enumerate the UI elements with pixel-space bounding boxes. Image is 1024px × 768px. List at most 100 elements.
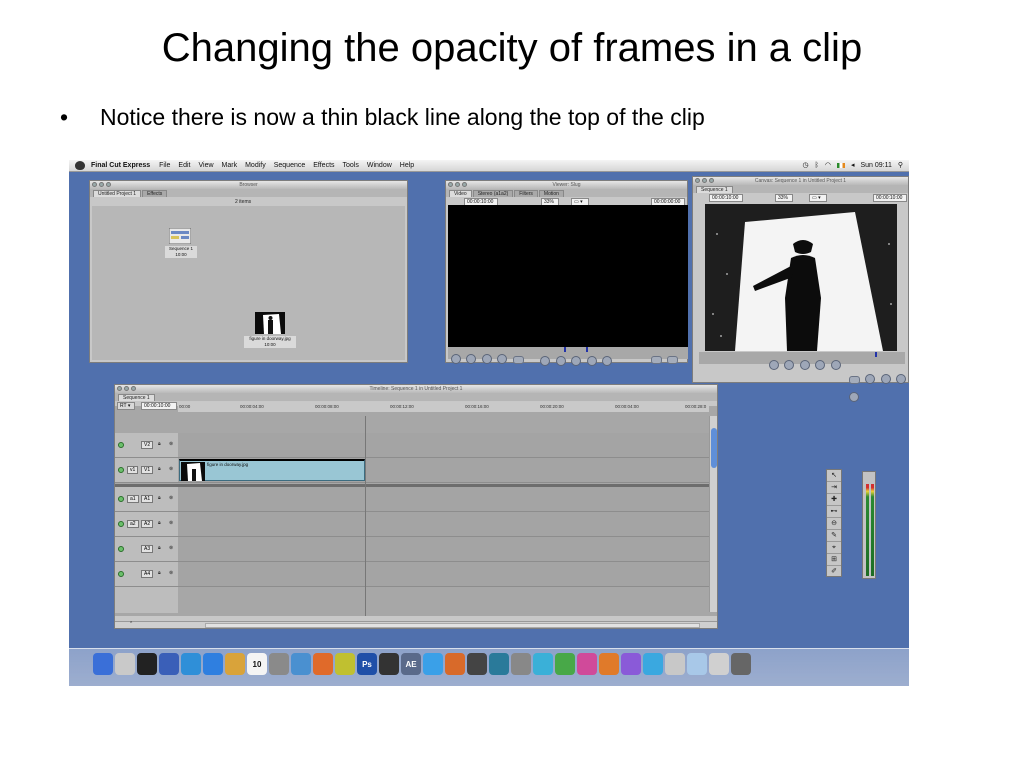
motion-icon[interactable] [335,653,355,675]
minimize-icon[interactable] [455,182,460,187]
lock-icon[interactable]: 🔒︎ [158,466,161,472]
flag-icon[interactable] [836,162,845,168]
photoshop-icon[interactable]: Ps [357,653,377,675]
canvas-view-select[interactable]: ▭ ▾ [809,194,827,202]
tab-timeline-sequence-1[interactable]: Sequence 1 [118,394,155,401]
system-prefs-icon[interactable] [159,653,179,675]
close-icon[interactable] [448,182,453,187]
add-keyframe-icon[interactable] [849,392,859,402]
after-effects-icon[interactable]: AE [401,653,421,675]
lock-icon[interactable]: 🔒︎ [158,495,161,501]
itunes-icon[interactable] [291,653,311,675]
browser-title-bar[interactable]: Browser [90,181,407,189]
finder-icon[interactable] [93,653,113,675]
spotlight-icon[interactable]: ⚲ [898,161,903,169]
crop-tool[interactable]: ⊞ [827,554,841,566]
match-frame-icon[interactable] [451,354,461,364]
track-destination-a1[interactable]: A1 [141,495,154,503]
link-icon[interactable]: ⊗ [169,441,173,447]
viewer-video-display[interactable] [448,205,688,347]
minimize-icon[interactable] [702,178,707,183]
link-icon[interactable]: ⊗ [169,570,173,576]
mark-out-icon[interactable] [880,374,891,384]
minimize-icon[interactable] [124,386,129,391]
track-destination-v2[interactable]: V2 [141,441,154,449]
rt-menu[interactable]: RT ▾ [117,402,135,410]
add-marker-icon[interactable] [481,354,492,364]
volume-icon[interactable]: ◂ [851,161,855,169]
firefox-icon[interactable] [423,653,443,675]
clip-thumbnail-icon[interactable] [255,312,285,334]
recent-clips-icon[interactable] [667,356,679,364]
track-source-a1[interactable]: a1 [127,495,139,503]
menu-window[interactable]: Window [367,162,392,169]
word-icon[interactable] [533,653,553,675]
trash-icon[interactable] [731,653,751,675]
prev-edit-icon[interactable] [540,356,551,366]
close-icon[interactable] [695,178,700,183]
close-icon[interactable] [117,386,122,391]
zoom-tool[interactable]: ⌖ [827,542,841,554]
lock-icon[interactable]: 🔒︎ [158,570,161,576]
bluetooth-icon[interactable]: ᛒ [815,162,819,169]
edit-overlay-icon[interactable] [849,376,860,384]
track-audible-toggle[interactable] [118,546,124,552]
menu-edit[interactable]: Edit [178,162,190,169]
zoom-icon[interactable] [709,178,714,183]
play-in-out-icon[interactable] [555,356,566,366]
excel-icon[interactable] [555,653,575,675]
mark-in-icon[interactable] [497,354,508,364]
close-icon[interactable] [92,182,97,187]
tab-untitled-project[interactable]: Untitled Project 1 [93,190,142,197]
stack-icon[interactable] [709,653,729,675]
iphoto-icon[interactable] [269,653,289,675]
screenshot-icon[interactable] [511,653,531,675]
track-audible-toggle[interactable] [118,496,124,502]
selection-tool[interactable]: ↖ [827,470,841,482]
add-marker-icon[interactable] [896,374,907,384]
tab-stereo[interactable]: Stereo (a1a2) [472,190,514,197]
track-destination-a3[interactable]: A3 [141,545,154,553]
lock-icon[interactable]: 🔒︎ [158,441,161,447]
play-in-out-icon[interactable] [784,360,795,370]
mark-out-icon[interactable] [512,356,524,364]
prev-edit-icon[interactable] [769,360,779,370]
track-lane-a1[interactable] [178,487,709,512]
document-icon[interactable] [665,653,685,675]
address-book-icon[interactable] [225,653,245,675]
next-edit-icon[interactable] [830,360,841,370]
ichat-icon[interactable] [203,653,223,675]
link-icon[interactable]: ⊗ [169,520,173,526]
ical-icon[interactable]: 10 [247,653,267,675]
canvas-playhead[interactable] [875,352,877,357]
roll-tool[interactable]: ⊷ [827,506,841,518]
time-machine-icon[interactable]: ◷ [803,161,809,169]
zoom-icon[interactable] [462,182,467,187]
timeline-horizontal-scrollbar[interactable] [205,623,700,628]
tab-effects[interactable]: Effects [142,190,168,197]
next-edit-icon[interactable] [602,356,613,366]
clip-label[interactable]: figure in doorway.jpg 10:00 [244,336,296,348]
canvas-duration-field[interactable]: 00:00:10:00 [709,194,743,202]
garageband-icon[interactable] [445,653,465,675]
tab-motion[interactable]: Motion [538,190,564,197]
pen-tool[interactable]: ✎ [827,530,841,542]
dashboard-icon[interactable] [137,653,157,675]
menu-help[interactable]: Help [400,162,414,169]
timeline-clip[interactable]: figure in doorway.jpg [179,459,365,481]
tab-sequence-1[interactable]: Sequence 1 [696,186,733,193]
timeline-title-bar[interactable]: Timeline: Sequence 1 in Untitled Project… [115,385,717,393]
mark-in-icon[interactable] [865,374,876,384]
sequence-label[interactable]: Sequence 1 10:00 [165,246,197,258]
menu-view[interactable]: View [198,162,213,169]
track-lane-v2[interactable] [178,433,709,458]
play-icon[interactable] [799,360,810,370]
zoom-icon[interactable] [131,386,136,391]
link-icon[interactable]: ⊗ [169,466,173,472]
mark-clip-icon[interactable] [466,354,477,364]
track-destination-a4[interactable]: A4 [141,570,154,578]
keyframe-pen-tool[interactable]: ✐ [827,566,841,578]
sequence-icon[interactable] [169,228,191,244]
menu-mark[interactable]: Mark [222,162,238,169]
menu-effects[interactable]: Effects [313,162,334,169]
